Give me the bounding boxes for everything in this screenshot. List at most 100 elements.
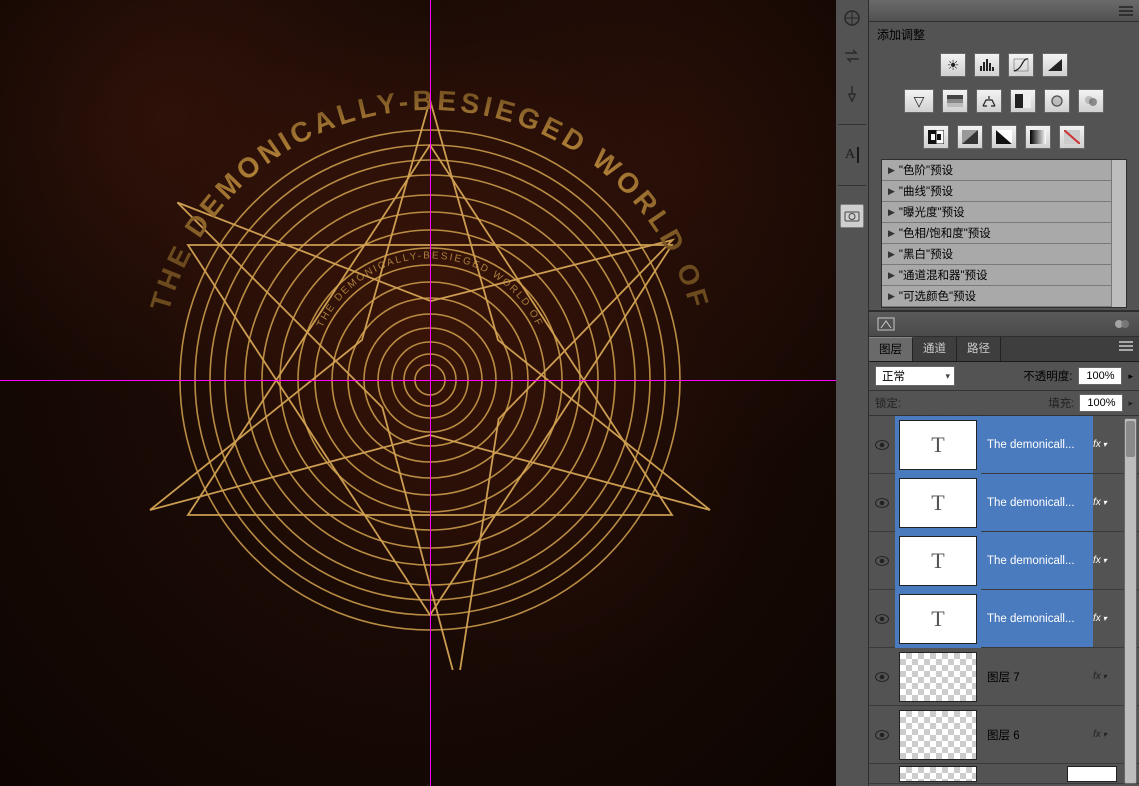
lock-position-icon[interactable] <box>948 395 964 411</box>
preset-row[interactable]: ▶ "色相/饱和度"预设 <box>882 223 1111 244</box>
layer-name[interactable]: 图层 7 <box>981 648 1093 705</box>
histogram-icon[interactable] <box>840 6 864 30</box>
camera-icon[interactable] <box>840 204 864 228</box>
guide-horizontal[interactable] <box>0 380 836 381</box>
eye-icon <box>875 498 889 508</box>
trash-icon[interactable] <box>1113 317 1131 331</box>
character-panel-icon[interactable]: A <box>840 143 864 167</box>
expand-triangle-icon: ▶ <box>888 186 895 197</box>
eye-icon <box>875 440 889 450</box>
layer-mask-thumbnail[interactable] <box>1067 766 1117 782</box>
layer-name[interactable]: The demonicall... <box>981 474 1093 531</box>
preset-label: "可选颜色"预设 <box>899 288 976 304</box>
threshold-icon[interactable] <box>991 125 1017 149</box>
layer-row[interactable] <box>869 764 1139 784</box>
visibility-toggle[interactable] <box>869 730 895 740</box>
tool-strip: A <box>836 0 869 786</box>
layer-name[interactable]: The demonicall... <box>981 532 1093 589</box>
brush-icon[interactable] <box>840 82 864 106</box>
layer-options-row: 正常 不透明度: ▸ <box>869 362 1139 391</box>
toggle-icon[interactable] <box>877 317 895 331</box>
layer-fx-indicator[interactable]: fx▾ <box>1093 729 1121 740</box>
visibility-toggle[interactable] <box>869 556 895 566</box>
visibility-toggle[interactable] <box>869 440 895 450</box>
invert-icon[interactable] <box>923 125 949 149</box>
layer-thumbnail[interactable] <box>899 652 977 702</box>
vibrance-icon[interactable]: ▽ <box>904 89 934 113</box>
preset-row[interactable]: ▶"曝光度"预设 <box>882 202 1111 223</box>
posterize-icon[interactable] <box>957 125 983 149</box>
channel-mixer-icon[interactable] <box>1078 89 1104 113</box>
layer-thumbnail[interactable] <box>899 766 977 782</box>
preset-label: "曲线"预设 <box>899 183 953 199</box>
layer-thumbnail[interactable]: T <box>899 594 977 644</box>
layer-fx-indicator[interactable]: fx▾ <box>1093 439 1121 450</box>
panel-menu-icon[interactable] <box>1119 6 1133 16</box>
eye-icon <box>875 614 889 624</box>
tab-layers[interactable]: 图层 <box>869 337 913 361</box>
layer-row[interactable]: TThe demonicall...fx▾ <box>869 590 1139 648</box>
swap-icon[interactable] <box>840 44 864 68</box>
layer-fx-indicator[interactable]: fx▾ <box>1093 613 1121 624</box>
tab-channels[interactable]: 通道 <box>913 337 957 361</box>
expand-triangle-icon: ▶ <box>888 165 895 176</box>
layer-name[interactable]: 图层 6 <box>981 706 1093 763</box>
hue-sat-icon[interactable] <box>942 89 968 113</box>
layer-fx-indicator[interactable]: fx▾ <box>1093 555 1121 566</box>
layer-fx-indicator[interactable]: fx▾ <box>1093 671 1121 682</box>
gradient-map-icon[interactable] <box>1025 125 1051 149</box>
preset-label: "色阶"预设 <box>899 162 953 178</box>
selective-color-icon[interactable] <box>1059 125 1085 149</box>
opacity-label: 不透明度: <box>1023 368 1072 384</box>
adjustments-title: 添加调整 <box>875 26 1133 47</box>
layers-scrollbar[interactable] <box>1124 418 1137 784</box>
layer-row[interactable]: TThe demonicall...fx▾ <box>869 416 1139 474</box>
visibility-toggle[interactable] <box>869 498 895 508</box>
presets-scrollbar[interactable] <box>1111 160 1126 307</box>
preset-row[interactable]: ▶"通道混和器"预设 <box>882 265 1111 286</box>
layer-row[interactable]: TThe demonicall...fx▾ <box>869 474 1139 532</box>
layer-name[interactable]: The demonicall... <box>981 416 1093 473</box>
preset-label: "通道混和器"预设 <box>899 267 988 283</box>
layer-lock-row: 锁定: 填充: ▸ <box>869 391 1139 416</box>
layer-thumbnail[interactable]: T <box>899 536 977 586</box>
lock-image-icon[interactable] <box>927 395 943 411</box>
panels: 添加调整 ☀ ▽ <box>869 0 1139 786</box>
expand-triangle-icon: ▶ <box>888 228 895 239</box>
preset-row[interactable]: ▶ "曲线"预设 <box>882 181 1111 202</box>
layer-fx-indicator[interactable]: fx▾ <box>1093 497 1121 508</box>
layers-tabs: 图层 通道 路径 <box>869 337 1139 362</box>
tab-paths[interactable]: 路径 <box>957 337 1001 361</box>
opacity-input[interactable] <box>1078 367 1122 385</box>
color-balance-icon[interactable] <box>976 89 1002 113</box>
blend-mode-dropdown[interactable]: 正常 <box>875 366 955 386</box>
preset-row[interactable]: ▶ "色阶"预设 <box>882 160 1111 181</box>
fill-input[interactable] <box>1079 394 1123 412</box>
visibility-toggle[interactable] <box>869 672 895 682</box>
layers-panel-menu-icon[interactable] <box>1119 341 1133 351</box>
layer-thumbnail[interactable]: T <box>899 420 977 470</box>
preset-row[interactable]: ▶"黑白"预设 <box>882 244 1111 265</box>
layer-row[interactable]: 图层 6fx▾ <box>869 706 1139 764</box>
photo-filter-icon[interactable] <box>1044 89 1070 113</box>
curves-icon[interactable] <box>1008 53 1034 77</box>
layer-thumbnail[interactable] <box>899 710 977 760</box>
layer-name[interactable]: The demonicall... <box>981 590 1093 647</box>
visibility-toggle[interactable] <box>869 614 895 624</box>
layer-thumbnail[interactable]: T <box>899 478 977 528</box>
exposure-icon[interactable] <box>1042 53 1068 77</box>
lock-all-icon[interactable] <box>969 395 985 411</box>
brightness-contrast-icon[interactable]: ☀ <box>940 53 966 77</box>
levels-icon[interactable] <box>974 53 1000 77</box>
preset-row[interactable]: ▶ "可选颜色"预设 <box>882 286 1111 307</box>
black-white-icon[interactable] <box>1010 89 1036 113</box>
eye-icon <box>875 672 889 682</box>
guide-vertical[interactable] <box>430 0 431 786</box>
layer-row[interactable]: TThe demonicall...fx▾ <box>869 532 1139 590</box>
layer-row[interactable]: 图层 7fx▾ <box>869 648 1139 706</box>
expand-triangle-icon: ▶ <box>888 291 895 302</box>
adjustments-panel: 添加调整 ☀ ▽ <box>869 22 1139 311</box>
lock-transparent-icon[interactable] <box>906 395 922 411</box>
canvas[interactable]: THE DEMONICALLY-BESIEGED WORLD OF THE DE… <box>0 0 836 786</box>
preset-label: "色相/饱和度"预设 <box>899 225 991 241</box>
